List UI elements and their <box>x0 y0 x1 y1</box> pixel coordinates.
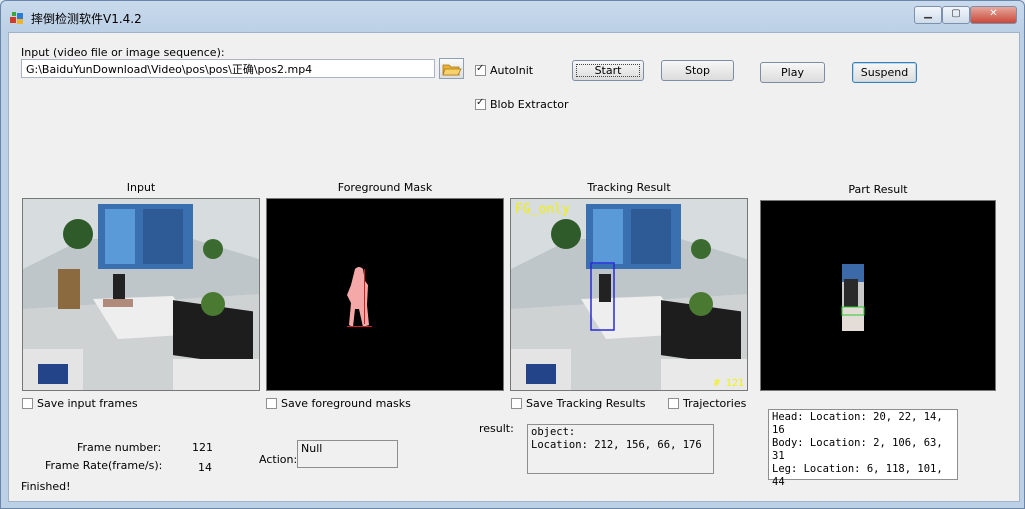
app-window: 摔倒检测软件V1.4.2 ▁ ▢ ✕ Input (video file or … <box>0 0 1025 509</box>
title-bar: 摔倒检测软件V1.4.2 ▁ ▢ ✕ <box>1 1 1024 33</box>
frame-rate-label: Frame Rate(frame/s): <box>45 459 163 472</box>
autoinit-label: AutoInit <box>490 64 534 77</box>
foreground-mask-frame <box>266 198 504 391</box>
input-label: Input (video file or image sequence): <box>21 46 225 59</box>
close-icon: ✕ <box>989 8 998 19</box>
head-location-line: Head: Location: 20, 22, 14, 16 <box>772 411 943 436</box>
save-tracking-results-checkbox[interactable] <box>511 398 522 409</box>
trajectories-label: Trajectories <box>683 397 747 410</box>
client-area: Input (video file or image sequence): G:… <box>8 32 1020 502</box>
action-label: Action: <box>259 453 298 466</box>
part-location-box: Head: Location: 20, 22, 14, 16 Body: Loc… <box>768 409 958 488</box>
save-input-frames-label: Save input frames <box>37 397 138 410</box>
body-location-line: Body: Location: 2, 106, 63, 31 <box>772 437 943 462</box>
frame-number-value: 121 <box>192 441 213 454</box>
save-foreground-masks-checkbox[interactable] <box>266 398 277 409</box>
window-title: 摔倒检测软件V1.4.2 <box>31 12 142 26</box>
minimize-button[interactable]: ▁ <box>914 6 942 24</box>
close-button[interactable]: ✕ <box>970 6 1017 24</box>
save-tracking-results-label: Save Tracking Results <box>526 397 646 410</box>
part-result-frame <box>760 200 996 391</box>
part-panel-title: Part Result <box>848 183 908 196</box>
tracking-panel-title: Tracking Result <box>587 181 671 194</box>
result-box: object: Location: 212, 156, 66, 176 <box>527 424 714 474</box>
video-path-input[interactable]: G:\BaiduYunDownload\Video\pos\pos\正确\pos… <box>21 59 435 78</box>
browse-button[interactable] <box>439 58 464 79</box>
app-icon <box>10 12 23 24</box>
save-input-frames-checkbox[interactable] <box>22 398 33 409</box>
action-value: Null <box>301 442 323 455</box>
foreground-mask-image <box>267 199 503 390</box>
frame-number-label: Frame number: <box>77 441 162 454</box>
folder-open-icon <box>442 64 462 76</box>
frame-rate-value: 14 <box>198 461 212 474</box>
action-value-box: Null <box>297 440 398 468</box>
input-scene-image <box>23 199 259 390</box>
foreground-panel-title: Foreground Mask <box>337 181 433 194</box>
suspend-button[interactable]: Suspend <box>852 62 917 83</box>
trajectories-checkbox[interactable] <box>668 398 679 409</box>
leg-location-line: Leg: Location: 6, 118, 101, 44 <box>772 463 943 488</box>
fg-only-overlay-label: FG_only <box>515 202 570 217</box>
start-button[interactable]: Start <box>572 60 644 81</box>
part-result-image <box>761 201 995 390</box>
minimize-icon: ▁ <box>924 8 932 19</box>
result-location-line: Location: 212, 156, 66, 176 <box>531 439 702 451</box>
input-panel-title: Input <box>126 181 156 194</box>
result-label: result: <box>479 422 514 435</box>
stop-button[interactable]: Stop <box>661 60 734 81</box>
input-video-frame <box>22 198 260 391</box>
maximize-button[interactable]: ▢ <box>942 6 970 24</box>
blob-extractor-checkbox[interactable] <box>475 97 486 110</box>
status-text: Finished! <box>21 480 71 493</box>
result-object-line: object: <box>531 426 576 438</box>
play-button[interactable]: Play <box>760 62 825 83</box>
maximize-icon: ▢ <box>951 8 961 19</box>
blob-extractor-label: Blob Extractor <box>490 98 569 111</box>
autoinit-checkbox[interactable] <box>475 63 486 76</box>
save-foreground-masks-label: Save foreground masks <box>281 397 411 410</box>
tracking-result-frame: FG_only # 121 <box>510 198 748 391</box>
tracking-scene-image <box>511 199 747 390</box>
frame-overlay-counter: # 121 <box>713 378 744 389</box>
